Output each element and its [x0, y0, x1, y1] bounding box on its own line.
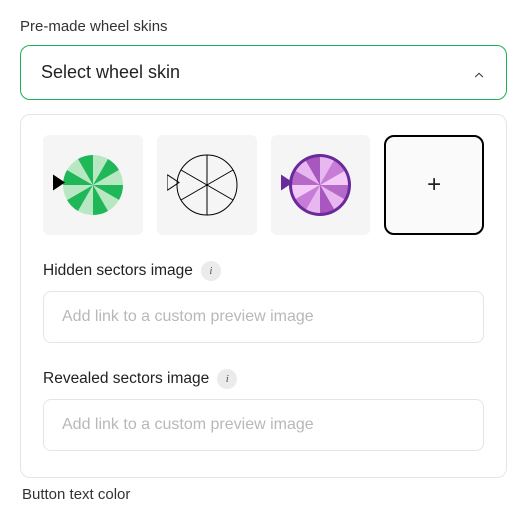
wheel-skin-select-label: Select wheel skin — [41, 62, 180, 83]
chevron-up-icon — [472, 66, 486, 80]
skin-tile-add[interactable]: + — [384, 135, 484, 235]
revealed-sectors-label-text: Revealed sectors image — [43, 370, 209, 388]
button-text-color-label: Button text color — [22, 486, 507, 503]
outline-wheel-icon — [172, 150, 242, 220]
hidden-sectors-label: Hidden sectors image i — [43, 261, 484, 281]
hidden-sectors-input[interactable] — [43, 291, 484, 343]
skin-tile-purple[interactable] — [271, 135, 371, 235]
pointer-icon — [281, 175, 295, 196]
info-icon[interactable]: i — [201, 261, 221, 281]
info-icon[interactable]: i — [217, 369, 237, 389]
plus-icon: + — [427, 171, 441, 199]
wheel-skin-panel: + Hidden sectors image i Revealed sector… — [20, 114, 507, 478]
skin-tiles-row: + — [43, 135, 484, 235]
green-wheel-icon — [58, 150, 128, 220]
pointer-icon — [167, 175, 181, 196]
revealed-sectors-input[interactable] — [43, 399, 484, 451]
pointer-icon — [53, 175, 67, 196]
revealed-sectors-label: Revealed sectors image i — [43, 369, 484, 389]
skin-tile-outline[interactable] — [157, 135, 257, 235]
skin-tile-green[interactable] — [43, 135, 143, 235]
wheel-skin-select[interactable]: Select wheel skin — [20, 45, 507, 100]
section-label: Pre-made wheel skins — [20, 18, 507, 35]
purple-wheel-icon — [285, 150, 355, 220]
hidden-sectors-label-text: Hidden sectors image — [43, 262, 193, 280]
